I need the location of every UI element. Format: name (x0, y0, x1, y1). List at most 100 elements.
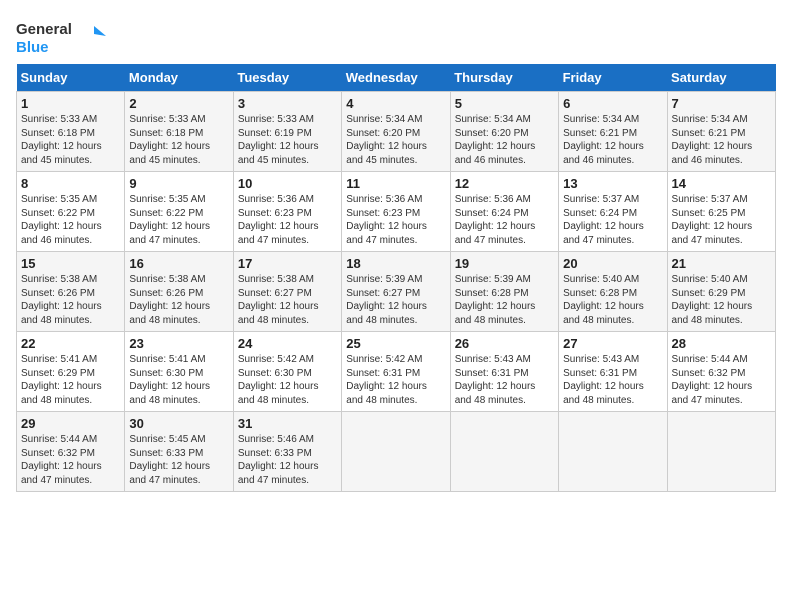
day-number: 11 (346, 176, 445, 191)
calendar-day-cell: 5Sunrise: 5:34 AMSunset: 6:20 PMDaylight… (450, 92, 558, 172)
calendar-header: SundayMondayTuesdayWednesdayThursdayFrid… (17, 64, 776, 92)
calendar-day-cell: 8 Sunrise: 5:35 AMSunset: 6:22 PMDaylight… (17, 172, 125, 252)
calendar-week-row: 29 Sunrise: 5:44 AMSunset: 6:32 PMDayligh… (17, 412, 776, 492)
calendar-day-cell: 18 Sunrise: 5:39 AMSunset: 6:27 PMDayligh… (342, 252, 450, 332)
calendar-day-cell: 1Sunrise: 5:33 AMSunset: 6:18 PMDaylight… (17, 92, 125, 172)
day-info: Sunrise: 5:34 AMSunset: 6:21 PMDaylight:… (563, 113, 662, 167)
day-info: Sunrise: 5:40 AMSunset: 6:29 PMDaylight:… (672, 273, 771, 327)
day-number: 2 (129, 96, 228, 111)
calendar-day-cell: 23 Sunrise: 5:41 AMSunset: 6:30 PMDayligh… (125, 332, 233, 412)
day-info: Sunrise: 5:46 AMSunset: 6:33 PMDaylight:… (238, 433, 337, 487)
calendar-day-cell: 26Sunrise: 5:43 AMSunset: 6:31 PMDayligh… (450, 332, 558, 412)
calendar-day-cell (450, 412, 558, 492)
calendar-day-cell: 6 Sunrise: 5:34 AMSunset: 6:21 PMDaylight… (559, 92, 667, 172)
calendar-day-cell (667, 412, 775, 492)
logo-svg: General Blue (16, 16, 106, 56)
day-number: 15 (21, 256, 120, 271)
day-info: Sunrise: 5:39 AMSunset: 6:28 PMDaylight:… (455, 273, 554, 327)
calendar-day-cell: 3Sunrise: 5:33 AMSunset: 6:19 PMDaylight… (233, 92, 341, 172)
day-number: 18 (346, 256, 445, 271)
calendar-day-cell (559, 412, 667, 492)
calendar-body: 1 Sunrise: 5:33 AMSunset: 6:18 PMDaylight… (17, 92, 776, 492)
day-number: 3 (238, 96, 337, 111)
day-info: Sunrise: 5:38 AMSunset: 6:27 PMDaylight:… (238, 273, 337, 327)
calendar-day-cell: 19 Sunrise: 5:39 AMSunset: 6:28 PMDayligh… (450, 252, 558, 332)
day-number: 29 (21, 416, 120, 431)
day-number: 19 (455, 256, 554, 271)
logo: General Blue (16, 16, 106, 56)
day-info: Sunrise: 5:42 AMSunset: 6:31 PMDaylight:… (346, 353, 445, 407)
day-info: Sunrise: 5:37 AMSunset: 6:25 PMDaylight:… (672, 193, 771, 247)
day-number: 23 (129, 336, 228, 351)
day-number: 20 (563, 256, 662, 271)
day-info: Sunrise: 5:35 AMSunset: 6:22 PMDaylight:… (129, 193, 228, 247)
day-info: Sunrise: 5:41 AMSunset: 6:29 PMDaylight:… (21, 353, 120, 407)
day-number: 22 (21, 336, 120, 351)
day-number: 1 (21, 96, 120, 111)
day-number: 7 (672, 96, 771, 111)
day-info: Sunrise: 5:39 AMSunset: 6:27 PMDaylight:… (346, 273, 445, 327)
day-info: Sunrise: 5:44 AMSunset: 6:32 PMDaylight:… (672, 353, 771, 407)
calendar-day-cell: 16 Sunrise: 5:38 AMSunset: 6:26 PMDayligh… (125, 252, 233, 332)
calendar-day-cell: 17Sunrise: 5:38 AMSunset: 6:27 PMDayligh… (233, 252, 341, 332)
day-number: 8 (21, 176, 120, 191)
calendar-day-cell: 12 Sunrise: 5:36 AMSunset: 6:24 PMDayligh… (450, 172, 558, 252)
calendar-day-cell: 10 Sunrise: 5:36 AMSunset: 6:23 PMDayligh… (233, 172, 341, 252)
day-info: Sunrise: 5:36 AMSunset: 6:23 PMDaylight:… (346, 193, 445, 247)
calendar-week-row: 22 Sunrise: 5:41 AMSunset: 6:29 PMDayligh… (17, 332, 776, 412)
day-number: 10 (238, 176, 337, 191)
day-number: 30 (129, 416, 228, 431)
calendar-week-row: 1 Sunrise: 5:33 AMSunset: 6:18 PMDaylight… (17, 92, 776, 172)
day-number: 4 (346, 96, 445, 111)
svg-text:General: General (16, 21, 72, 38)
calendar-day-cell: 22 Sunrise: 5:41 AMSunset: 6:29 PMDayligh… (17, 332, 125, 412)
header: General Blue (16, 16, 776, 56)
calendar-day-cell: 30Sunrise: 5:45 AMSunset: 6:33 PMDayligh… (125, 412, 233, 492)
day-number: 14 (672, 176, 771, 191)
day-info: Sunrise: 5:33 AMSunset: 6:18 PMDaylight:… (129, 113, 228, 167)
day-number: 27 (563, 336, 662, 351)
calendar-day-cell (342, 412, 450, 492)
calendar-day-cell: 14 Sunrise: 5:37 AMSunset: 6:25 PMDayligh… (667, 172, 775, 252)
calendar-day-cell: 20Sunrise: 5:40 AMSunset: 6:28 PMDayligh… (559, 252, 667, 332)
day-info: Sunrise: 5:36 AMSunset: 6:23 PMDaylight:… (238, 193, 337, 247)
calendar-day-cell: 21 Sunrise: 5:40 AMSunset: 6:29 PMDayligh… (667, 252, 775, 332)
day-number: 16 (129, 256, 228, 271)
day-info: Sunrise: 5:37 AMSunset: 6:24 PMDaylight:… (563, 193, 662, 247)
weekday-header: Saturday (667, 64, 775, 92)
calendar-table: SundayMondayTuesdayWednesdayThursdayFrid… (16, 64, 776, 492)
weekday-header: Thursday (450, 64, 558, 92)
calendar-day-cell: 13 Sunrise: 5:37 AMSunset: 6:24 PMDayligh… (559, 172, 667, 252)
day-number: 31 (238, 416, 337, 431)
day-number: 24 (238, 336, 337, 351)
calendar-week-row: 15 Sunrise: 5:38 AMSunset: 6:26 PMDayligh… (17, 252, 776, 332)
day-info: Sunrise: 5:35 AMSunset: 6:22 PMDaylight:… (21, 193, 120, 247)
calendar-day-cell: 11 Sunrise: 5:36 AMSunset: 6:23 PMDayligh… (342, 172, 450, 252)
day-info: Sunrise: 5:44 AMSunset: 6:32 PMDaylight:… (21, 433, 120, 487)
header-row: SundayMondayTuesdayWednesdayThursdayFrid… (17, 64, 776, 92)
day-info: Sunrise: 5:38 AMSunset: 6:26 PMDaylight:… (21, 273, 120, 327)
day-number: 21 (672, 256, 771, 271)
day-info: Sunrise: 5:41 AMSunset: 6:30 PMDaylight:… (129, 353, 228, 407)
calendar-day-cell: 27Sunrise: 5:43 AMSunset: 6:31 PMDayligh… (559, 332, 667, 412)
day-number: 26 (455, 336, 554, 351)
day-info: Sunrise: 5:42 AMSunset: 6:30 PMDaylight:… (238, 353, 337, 407)
day-info: Sunrise: 5:38 AMSunset: 6:26 PMDaylight:… (129, 273, 228, 327)
day-number: 6 (563, 96, 662, 111)
day-number: 12 (455, 176, 554, 191)
day-number: 5 (455, 96, 554, 111)
weekday-header: Wednesday (342, 64, 450, 92)
calendar-day-cell: 24 Sunrise: 5:42 AMSunset: 6:30 PMDayligh… (233, 332, 341, 412)
weekday-header: Monday (125, 64, 233, 92)
calendar-day-cell: 4 Sunrise: 5:34 AMSunset: 6:20 PMDaylight… (342, 92, 450, 172)
day-info: Sunrise: 5:34 AMSunset: 6:20 PMDaylight:… (346, 113, 445, 167)
day-info: Sunrise: 5:36 AMSunset: 6:24 PMDaylight:… (455, 193, 554, 247)
calendar-week-row: 8 Sunrise: 5:35 AMSunset: 6:22 PMDaylight… (17, 172, 776, 252)
calendar-day-cell: 2 Sunrise: 5:33 AMSunset: 6:18 PMDaylight… (125, 92, 233, 172)
calendar-day-cell: 15 Sunrise: 5:38 AMSunset: 6:26 PMDayligh… (17, 252, 125, 332)
calendar-day-cell: 25Sunrise: 5:42 AMSunset: 6:31 PMDayligh… (342, 332, 450, 412)
day-number: 13 (563, 176, 662, 191)
day-number: 9 (129, 176, 228, 191)
weekday-header: Sunday (17, 64, 125, 92)
calendar-day-cell: 28Sunrise: 5:44 AMSunset: 6:32 PMDayligh… (667, 332, 775, 412)
